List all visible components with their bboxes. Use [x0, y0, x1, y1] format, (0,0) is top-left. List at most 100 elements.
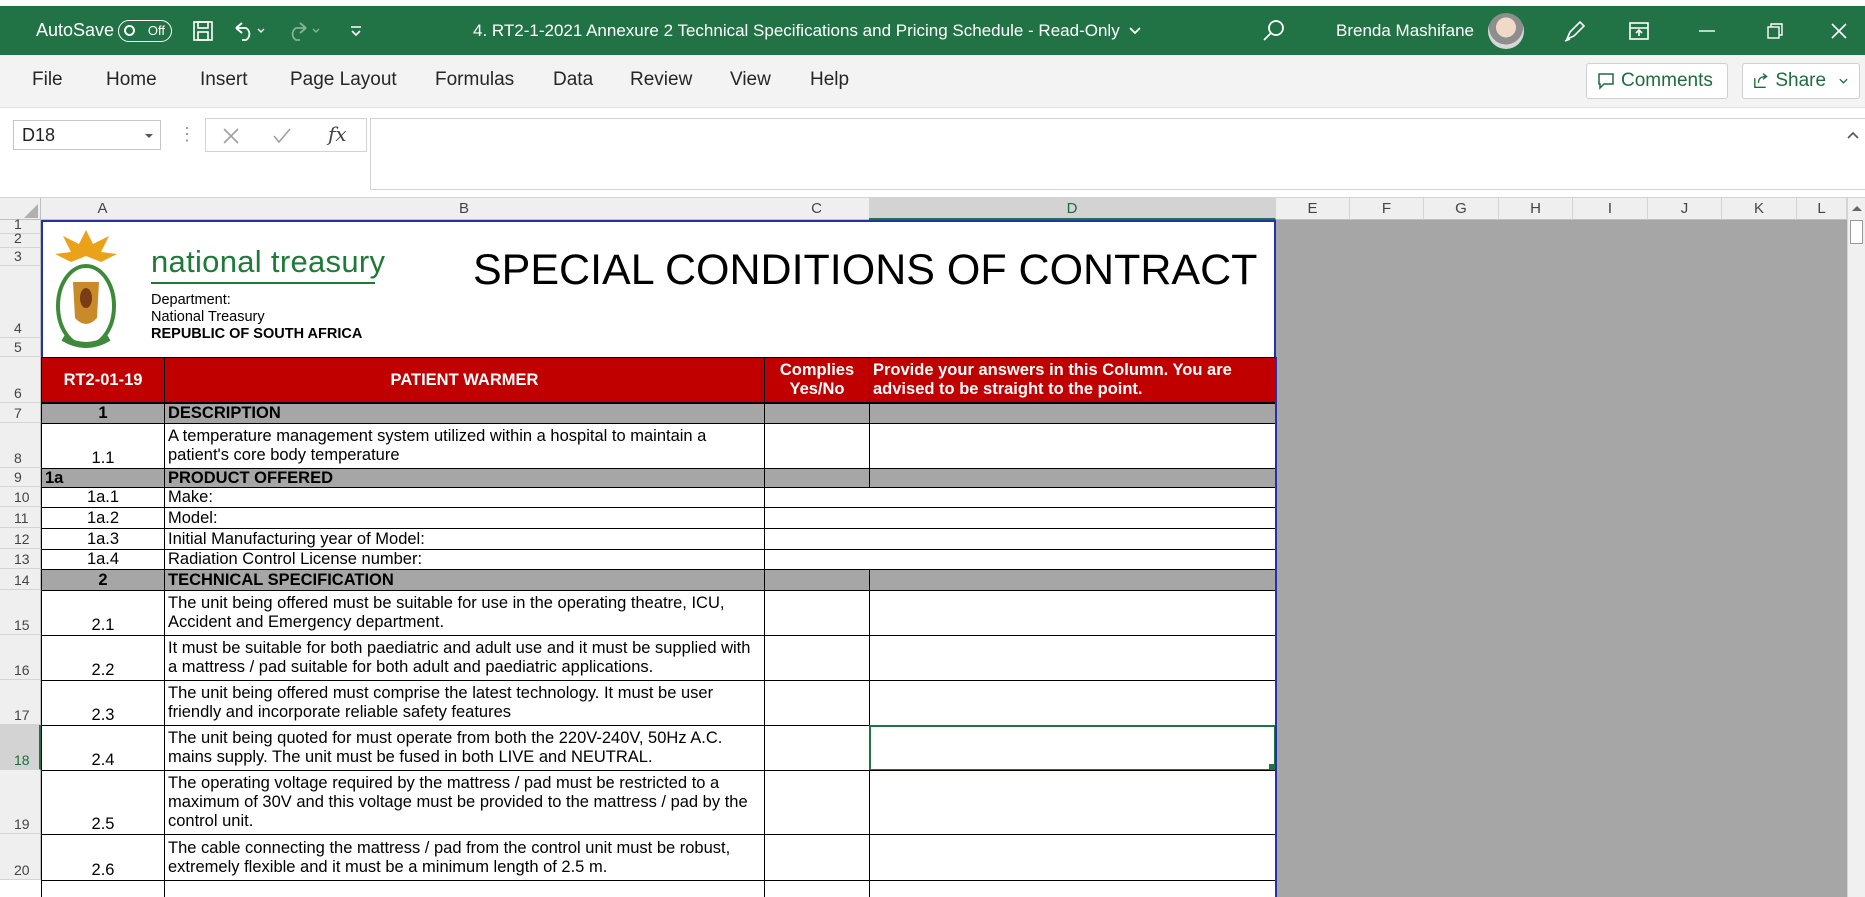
section-title[interactable]: TECHNICAL SPECIFICATION	[164, 569, 765, 591]
answer-cell[interactable]	[869, 770, 1276, 835]
save-icon[interactable]	[192, 6, 214, 55]
complies-cell[interactable]	[764, 834, 870, 881]
tab-review[interactable]: Review	[630, 69, 692, 91]
row-header-13[interactable]: 13	[0, 549, 41, 569]
column-header-i[interactable]: I	[1573, 198, 1648, 220]
column-header-k[interactable]: K	[1722, 198, 1797, 220]
user-name[interactable]: Brenda Mashifane	[1336, 6, 1474, 55]
section-title[interactable]: DESCRIPTION	[164, 403, 765, 424]
item-label[interactable]: Initial Manufacturing year of Model:	[164, 528, 765, 550]
row-header-14[interactable]: 14	[0, 569, 41, 590]
item-description[interactable]: The unit being quoted for must operate f…	[164, 725, 765, 771]
row-header-15[interactable]: 15	[0, 590, 41, 635]
section-number[interactable]: 2	[41, 569, 165, 591]
collapse-formula-bar-icon[interactable]	[1846, 130, 1860, 140]
item-description[interactable]: The operating voltage required by the ma…	[164, 770, 765, 835]
tab-page-layout[interactable]: Page Layout	[290, 69, 397, 91]
row-header-9[interactable]: 9	[0, 468, 41, 487]
tab-formulas[interactable]: Formulas	[435, 69, 514, 91]
tab-help[interactable]: Help	[810, 69, 849, 91]
item-number[interactable]: 2.3	[41, 680, 165, 726]
complies-cell[interactable]	[764, 880, 870, 897]
column-header-l[interactable]: L	[1797, 198, 1847, 220]
restore-icon[interactable]	[1766, 6, 1784, 55]
section-complies-cell[interactable]	[764, 569, 870, 591]
item-description[interactable]: It must be suitable for both paediatric …	[164, 635, 765, 681]
answer-cell-selected[interactable]	[869, 725, 1276, 771]
section-answer-cell[interactable]	[869, 403, 1276, 424]
column-header-f[interactable]: F	[1350, 198, 1424, 220]
scroll-up-icon[interactable]	[1851, 203, 1863, 213]
customize-qat-icon[interactable]	[348, 6, 364, 55]
item-label[interactable]: Model:	[164, 507, 765, 529]
section-number[interactable]: 1	[41, 403, 165, 424]
row-header-11[interactable]: 11	[0, 507, 41, 528]
complies-cell[interactable]	[764, 725, 870, 771]
answer-cell[interactable]	[869, 635, 1276, 681]
section-complies-cell[interactable]	[764, 468, 870, 488]
column-header-d[interactable]: D	[869, 198, 1276, 220]
formula-input[interactable]	[370, 118, 1865, 190]
column-header-b[interactable]: B	[164, 198, 765, 220]
answer-cell[interactable]	[869, 680, 1276, 726]
column-header-a[interactable]: A	[41, 198, 165, 220]
close-icon[interactable]	[1830, 6, 1848, 55]
row-header-3[interactable]: 3	[0, 248, 41, 266]
tab-view[interactable]: View	[730, 69, 771, 91]
item-number[interactable]: 1a.1	[41, 487, 165, 508]
item-description[interactable]: A temperature management system utilized…	[164, 423, 765, 469]
item-description[interactable]: The unit being offered must be suitable …	[164, 590, 765, 636]
item-number[interactable]: 2.2	[41, 635, 165, 681]
row-header-12[interactable]: 12	[0, 528, 41, 549]
share-button[interactable]: Share	[1742, 63, 1860, 99]
answer-cell[interactable]	[869, 834, 1276, 881]
row-header-4[interactable]: 4	[0, 266, 41, 338]
section-answer-cell[interactable]	[869, 569, 1276, 591]
answer-cell[interactable]	[869, 423, 1276, 469]
row-header-7[interactable]: 7	[0, 403, 41, 423]
row-header-20[interactable]: 20	[0, 834, 41, 880]
column-header-c[interactable]: C	[764, 198, 870, 220]
column-header-j[interactable]: J	[1648, 198, 1722, 220]
search-icon[interactable]	[1262, 6, 1286, 55]
column-header-g[interactable]: G	[1424, 198, 1499, 220]
minimize-icon[interactable]	[1698, 6, 1716, 55]
section-answer-cell[interactable]	[869, 468, 1276, 488]
answer-cell[interactable]	[869, 590, 1276, 636]
pen-icon[interactable]	[1562, 6, 1588, 55]
enter-icon[interactable]	[272, 127, 292, 145]
column-header-h[interactable]: H	[1499, 198, 1573, 220]
comments-button[interactable]: Comments	[1586, 63, 1728, 99]
item-number[interactable]: 1.1	[41, 423, 165, 469]
item-label[interactable]: Make:	[164, 487, 765, 508]
product-answer-cell[interactable]	[764, 549, 1276, 570]
product-answer-cell[interactable]	[764, 528, 1276, 550]
redo-icon[interactable]	[288, 6, 322, 55]
tab-file[interactable]: File	[32, 69, 63, 91]
complies-cell[interactable]	[764, 590, 870, 636]
tab-insert[interactable]: Insert	[200, 69, 248, 91]
item-number[interactable]: 1a.4	[41, 549, 165, 570]
column-header-e[interactable]: E	[1276, 198, 1350, 220]
row-header-6[interactable]: 6	[0, 357, 41, 403]
item-description[interactable]: The unit being offered must comprise the…	[164, 680, 765, 726]
item-label[interactable]: Radiation Control License number:	[164, 549, 765, 570]
row-header-10[interactable]: 10	[0, 487, 41, 507]
autosave-toggle[interactable]: Off	[118, 6, 172, 55]
name-box[interactable]: D18	[13, 120, 161, 150]
complies-cell[interactable]	[764, 423, 870, 469]
insert-function-button[interactable]: fx	[328, 122, 347, 146]
tab-data[interactable]: Data	[553, 69, 593, 91]
item-number[interactable]: 2.4	[41, 725, 165, 771]
document-title[interactable]: 4. RT2-1-2021 Annexure 2 Technical Speci…	[473, 6, 1142, 55]
tab-home[interactable]: Home	[106, 69, 157, 91]
vertical-scrollbar[interactable]	[1847, 198, 1865, 897]
complies-cell[interactable]	[764, 635, 870, 681]
product-answer-cell[interactable]	[764, 487, 1276, 508]
row-header-19[interactable]: 19	[0, 770, 41, 834]
section-complies-cell[interactable]	[764, 403, 870, 424]
item-number[interactable]: 1a.3	[41, 528, 165, 550]
ribbon-display-icon[interactable]	[1628, 6, 1650, 55]
section-title[interactable]: PRODUCT OFFERED	[164, 468, 765, 488]
complies-cell[interactable]	[764, 680, 870, 726]
